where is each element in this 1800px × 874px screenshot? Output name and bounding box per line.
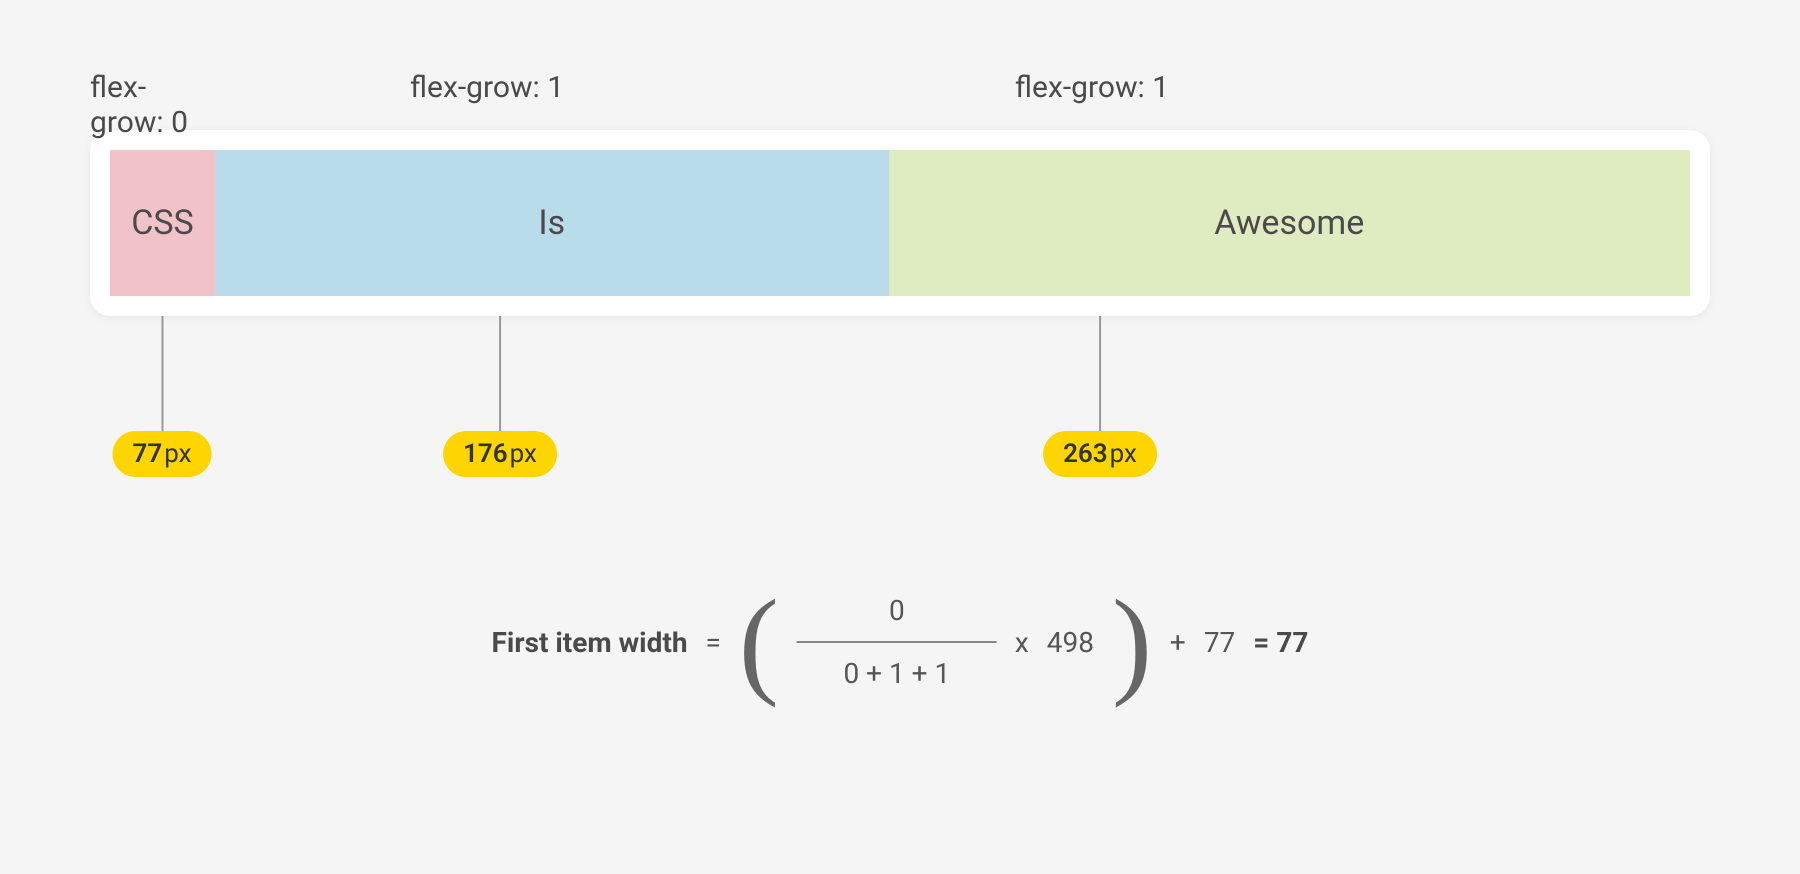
measure-pill-1: 77 px	[112, 431, 211, 477]
measurement-3: 263 px	[1043, 316, 1157, 477]
measurements-row: 77 px 176 px 263 px	[90, 316, 1710, 496]
measure-line-icon	[499, 316, 501, 431]
formula-label: First item width	[492, 626, 688, 659]
measure-line-icon	[161, 316, 163, 431]
open-paren-icon: (	[739, 594, 779, 690]
measure-pill-2: 176 px	[443, 431, 557, 477]
flex-item-css: CSS	[110, 150, 215, 296]
measure-unit-2: px	[510, 439, 537, 469]
flex-item-is: Is	[215, 150, 889, 296]
measure-line-icon	[1099, 316, 1101, 431]
fraction-bar-icon	[797, 641, 997, 643]
flex-grow-labels: flex-grow: 0 flex-grow: 1 flex-grow: 1	[90, 70, 1710, 110]
close-paren-icon: )	[1112, 594, 1152, 690]
label-item-2: flex-grow: 1	[410, 70, 564, 105]
fraction: 0 0 + 1 + 1	[797, 590, 997, 694]
label-item-3: flex-grow: 1	[1015, 70, 1169, 105]
flex-item-awesome: Awesome	[889, 150, 1690, 296]
plus-sign: +	[1170, 626, 1186, 659]
flex-container: CSS Is Awesome	[90, 130, 1710, 316]
numerator: 0	[849, 590, 945, 631]
result: = 77	[1253, 626, 1308, 659]
measure-unit-3: px	[1110, 439, 1137, 469]
measure-value-2: 176	[463, 439, 508, 469]
measure-value-3: 263	[1063, 439, 1108, 469]
measurement-2: 176 px	[443, 316, 557, 477]
remaining-space: 498	[1047, 626, 1094, 659]
formula: First item width = ( 0 0 + 1 + 1 x 498 )…	[492, 590, 1309, 694]
measurement-1: 77 px	[112, 316, 211, 477]
label-item-1: flex-grow: 0	[90, 70, 195, 140]
equals-sign: =	[706, 626, 721, 659]
measure-unit-1: px	[164, 439, 191, 469]
measure-pill-3: 263 px	[1043, 431, 1157, 477]
times-sign: x	[1015, 626, 1029, 659]
basis-value: 77	[1204, 626, 1235, 659]
denominator: 0 + 1 + 1	[803, 653, 990, 694]
measure-value-1: 77	[132, 439, 162, 469]
